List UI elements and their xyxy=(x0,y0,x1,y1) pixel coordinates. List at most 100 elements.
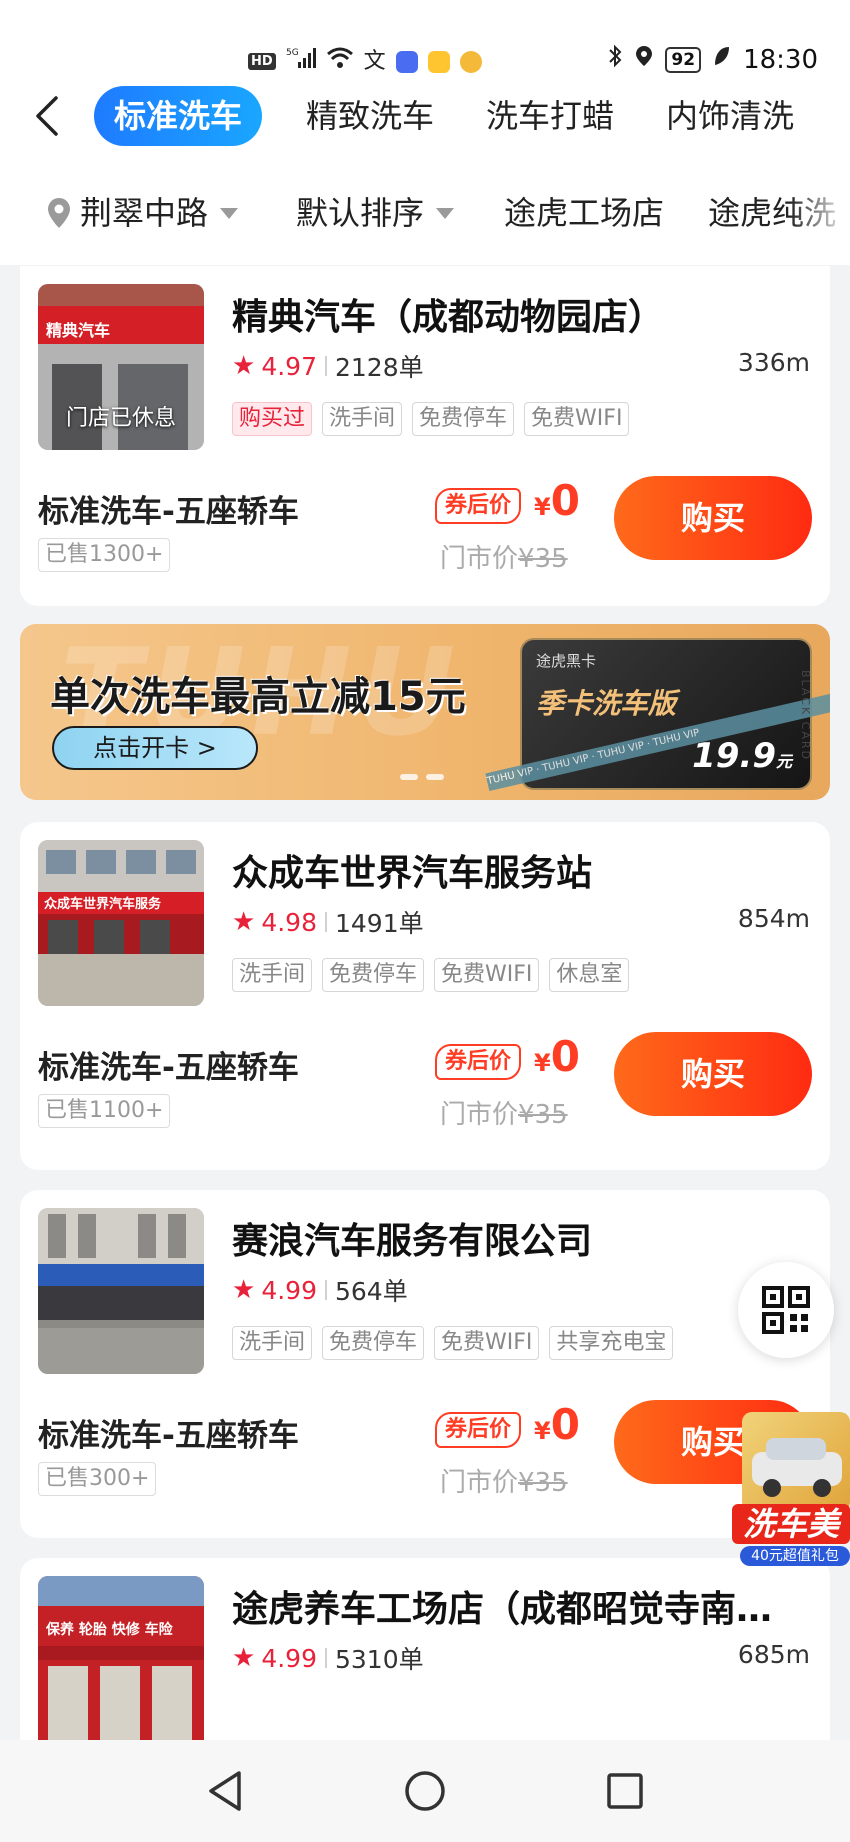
sold-count: 已售1300+ xyxy=(38,538,171,572)
tab-wash-wax[interactable]: 洗车打蜡 xyxy=(486,86,614,146)
shop-name[interactable]: 众成车世界汽车服务站 xyxy=(232,844,812,896)
order-count: 564单 xyxy=(334,1277,408,1306)
triangle-back-icon xyxy=(209,1771,241,1811)
card-name: 季卡洗车版 xyxy=(536,687,677,720)
bluetooth-icon xyxy=(607,44,623,75)
amenity-tag: 洗手间 xyxy=(232,1326,313,1360)
store-price: 门市价¥35 xyxy=(440,544,568,574)
sort-filter[interactable]: 默认排序 xyxy=(296,188,455,238)
shop-card[interactable]: 精典汽车 门店已休息 精典汽车（成都动物园店） ★ 4.97 2128单 336… xyxy=(20,266,830,606)
notes-app-icon xyxy=(427,50,450,73)
tab-interior-clean[interactable]: 内饰清洗 xyxy=(666,86,794,146)
status-right-icons: 92 18:30 xyxy=(607,44,818,75)
purchased-tag: 购买过 xyxy=(232,402,313,436)
coupon-price-badge: 券后价 xyxy=(435,488,522,524)
black-card-banner[interactable]: TUHU 单次洗车最高立减15元 点击开卡 > 途虎黑卡 季卡洗车版 TUHU … xyxy=(20,624,830,800)
translate-app-icon: 文 xyxy=(363,48,386,74)
service-name: 标准洗车-五座轿车 xyxy=(38,494,299,530)
back-button[interactable] xyxy=(22,86,72,146)
amenity-tag: 休息室 xyxy=(549,958,630,992)
coupon-price-badge: 券后价 xyxy=(435,1044,522,1080)
promo-car-image xyxy=(742,1412,850,1512)
rating-score: 4.97 xyxy=(261,351,317,381)
vip-card-image: 途虎黑卡 季卡洗车版 TUHU VIP · TUHU VIP · TUHU VI… xyxy=(485,638,830,792)
filter-bar: 荆翠中路 默认排序 途虎工场店 途虎纯洗 xyxy=(0,180,850,250)
coupon-price-badge: 券后价 xyxy=(435,1412,522,1448)
rating-score: 4.99 xyxy=(261,1275,317,1305)
location-pin-icon xyxy=(48,198,70,228)
shop-card[interactable]: 众成车世界汽车服务 众成车世界汽车服务站 ★ 4.98 1491单 854m 洗… xyxy=(20,822,830,1170)
store-closed-label: 门店已休息 xyxy=(65,406,176,431)
sort-filter-label: 默认排序 xyxy=(296,194,425,232)
tab-standard-wash[interactable]: 标准洗车 xyxy=(94,86,263,146)
square-recents-icon xyxy=(607,1773,643,1809)
location-filter-label: 荆翠中路 xyxy=(80,194,209,232)
price: ¥0 xyxy=(534,1400,580,1449)
wifi-icon xyxy=(326,46,354,77)
nav-home-button[interactable] xyxy=(400,1766,450,1816)
nav-back-button[interactable] xyxy=(200,1766,250,1816)
svg-text:精典汽车: 精典汽车 xyxy=(46,321,110,340)
order-count: 5310单 xyxy=(334,1645,424,1674)
promo-title: 洗车美 xyxy=(732,1504,850,1544)
star-icon: ★ xyxy=(232,351,256,381)
buy-button[interactable]: 购买 xyxy=(614,476,812,560)
sold-count: 已售1100+ xyxy=(38,1094,171,1128)
qr-code-icon xyxy=(762,1286,810,1334)
shop-card[interactable]: 保养 轮胎 快修 车险 途虎养车工场店（成都昭觉寺南… ★ 4.99 5310单… xyxy=(20,1558,830,1758)
nav-recents-button[interactable] xyxy=(600,1766,650,1816)
star-icon: ★ xyxy=(232,1643,256,1673)
price: ¥0 xyxy=(534,476,580,525)
buy-button[interactable]: 购买 xyxy=(614,1032,812,1116)
card-price: 19.9元 xyxy=(692,736,792,776)
location-filter[interactable]: 荆翠中路 xyxy=(46,188,239,238)
distance: 685m xyxy=(737,1640,810,1669)
shop-tags: 洗手间 免费停车 免费WIFI 共享充电宝 xyxy=(232,1326,674,1360)
shop-name[interactable]: 途虎养车工场店（成都昭觉寺南… xyxy=(232,1580,812,1632)
hd-indicator: HD xyxy=(248,53,276,70)
amenity-tag: 免费WIFI xyxy=(524,402,630,436)
open-card-button[interactable]: 点击开卡 > xyxy=(52,726,258,770)
shop-photo xyxy=(38,1208,204,1374)
car-wash-promo-float[interactable]: 洗车美 40元超值礼包 xyxy=(732,1412,850,1566)
amenity-tag: 免费停车 xyxy=(322,958,425,992)
status-left-icons: HD 5G 文 xyxy=(248,46,482,77)
location-status-icon xyxy=(635,44,653,75)
star-icon: ★ xyxy=(232,1275,256,1305)
rating-row: ★ 4.97 2128单 xyxy=(232,348,424,384)
caret-down-icon xyxy=(436,207,455,219)
circle-home-icon xyxy=(405,1771,445,1811)
distance: 336m xyxy=(737,348,810,377)
clock: 18:30 xyxy=(743,44,818,75)
amenity-tag: 洗手间 xyxy=(322,402,403,436)
sold-count: 已售300+ xyxy=(38,1462,157,1496)
order-count: 2128单 xyxy=(334,353,424,382)
leaf-icon xyxy=(713,45,731,74)
cellular-signal-icon: 5G xyxy=(286,46,316,77)
chevron-left-icon xyxy=(36,96,58,136)
banner-title: 单次洗车最高立减15元 xyxy=(50,674,466,720)
shop-name[interactable]: 赛浪汽车服务有限公司 xyxy=(232,1212,812,1264)
rating-row: ★ 4.98 1491单 xyxy=(232,904,424,940)
battery-indicator: 92 xyxy=(665,46,702,73)
shop-photo: 保养 轮胎 快修 车险 xyxy=(38,1576,204,1758)
tuhu-workshop-filter[interactable]: 途虎工场店 xyxy=(504,188,664,238)
amenity-tag: 洗手间 xyxy=(232,958,313,992)
service-name: 标准洗车-五座轿车 xyxy=(38,1050,299,1086)
scan-qr-button[interactable] xyxy=(738,1262,834,1358)
shop-name[interactable]: 精典汽车（成都动物园店） xyxy=(232,288,812,340)
shop-photo: 精典汽车 门店已休息 xyxy=(38,284,204,450)
tab-fine-wash[interactable]: 精致洗车 xyxy=(306,86,434,146)
carousel-dots xyxy=(400,774,444,780)
amenity-tag: 免费停车 xyxy=(412,402,515,436)
caret-down-icon xyxy=(220,207,239,219)
rating-row: ★ 4.99 5310单 xyxy=(232,1640,424,1676)
rating-score: 4.98 xyxy=(261,907,317,937)
shop-card[interactable]: 赛浪汽车服务有限公司 ★ 4.99 564单 洗手间 免费停车 免费WIFI 共… xyxy=(20,1190,830,1538)
shop-tags: 洗手间 免费停车 免费WIFI 休息室 xyxy=(232,958,630,992)
status-bar: HD 5G 文 92 18:30 xyxy=(0,40,850,84)
mascot-app-icon xyxy=(459,50,482,73)
promo-subtitle: 40元超值礼包 xyxy=(740,1546,850,1566)
order-count: 1491单 xyxy=(334,909,424,938)
amenity-tag: 共享充电宝 xyxy=(549,1326,674,1360)
